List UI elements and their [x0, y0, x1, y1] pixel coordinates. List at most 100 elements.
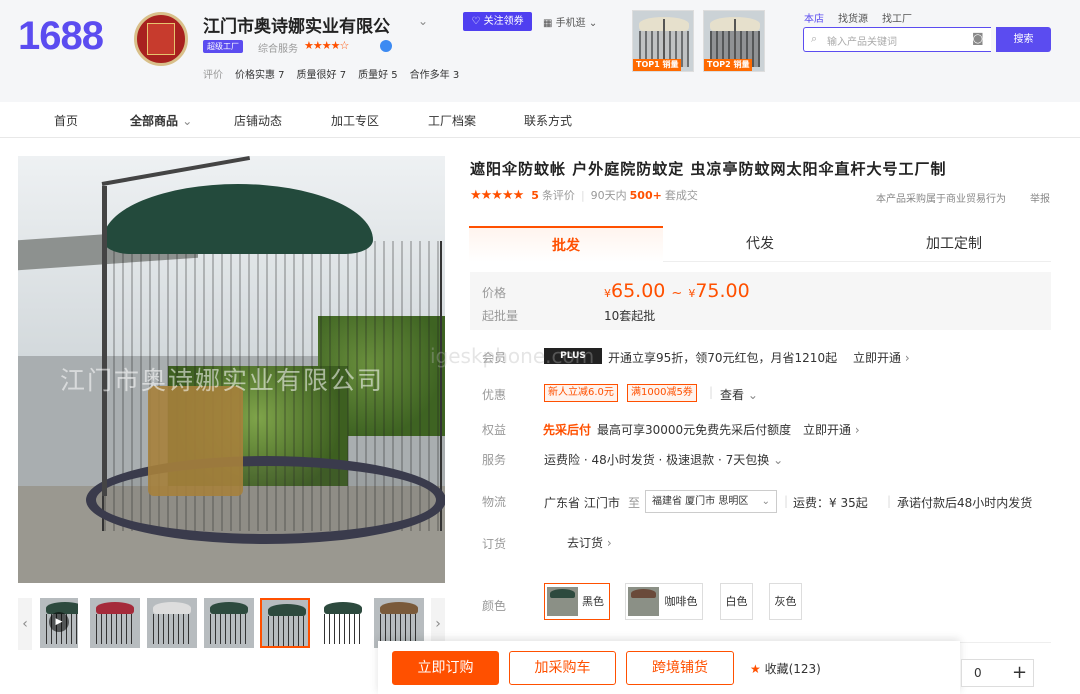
rights-text: 最高可享30000元免费先采后付额度 — [597, 423, 792, 437]
ship-promise: 承诺付款后48小时内发货 — [897, 496, 1033, 510]
rating-stars: ★★★★★ — [470, 187, 524, 203]
rights-open-link[interactable]: 立即开通 › — [803, 421, 860, 438]
search-placeholder: 输入产品关键词 — [827, 37, 897, 48]
favorite-button[interactable]: ★ 收藏(123) — [750, 660, 821, 677]
member-open-link[interactable]: 立即开通 › — [853, 349, 910, 366]
service-label: 综合服务 — [258, 44, 298, 55]
search-input[interactable]: ⌕ 输入产品关键词 ◙ — [803, 27, 991, 52]
color-option-coffee[interactable]: 咖啡色 — [625, 583, 703, 620]
chevron-right-icon: › — [606, 536, 612, 550]
tab-dropship[interactable]: 代发 — [663, 226, 857, 262]
pay-later-badge: 先采后付 — [543, 423, 592, 437]
eval-label: 评价 — [203, 70, 223, 81]
add-to-cart-button[interactable]: 加采购车 — [509, 651, 616, 685]
deal-period: 90天内 — [590, 189, 627, 202]
plus-icon[interactable]: + — [1012, 662, 1027, 683]
shop-header: 1688 江门市奥诗娜实业有限公 ⌄ ♡ 关注领券 ▦ 手机逛 ⌄ 超级工厂 综… — [0, 0, 1080, 102]
service-items: 运费险 · 48小时发货 · 极速退款 · 7天包换 — [544, 453, 770, 467]
tab-this-shop[interactable]: 本店 — [804, 10, 824, 25]
shop-avatar[interactable] — [134, 12, 188, 66]
color-option-gray[interactable]: 灰色 — [769, 583, 802, 620]
go-order-label: 去订货 — [567, 536, 604, 550]
report-link[interactable]: 举报 — [1030, 190, 1050, 205]
chevron-down-icon: ⌄ — [747, 388, 758, 402]
shop-name[interactable]: 江门市奥诗娜实业有限公 — [203, 12, 390, 37]
review-count[interactable]: 5 — [531, 189, 539, 202]
deal-count: 500+ — [629, 188, 662, 202]
nav-factory-file[interactable]: 工厂档案 — [428, 112, 476, 129]
promo-label: 优惠 — [482, 388, 507, 402]
video-thumbnail[interactable]: ▶ — [40, 598, 78, 648]
review-label[interactable]: 条评价 — [542, 187, 575, 203]
freight-text: 运费：¥ 35起 — [793, 496, 868, 510]
coupon-newuser[interactable]: 新人立减6.0元 — [544, 384, 618, 402]
buy-now-button[interactable]: 立即订购 — [392, 651, 499, 685]
camera-icon[interactable]: ◙ — [972, 31, 984, 45]
eval-tag: 价格实惠 7 — [235, 70, 285, 81]
rights-open-label: 立即开通 — [803, 423, 852, 437]
eval-tag: 质量很好 7 — [296, 70, 347, 81]
coupon-spend[interactable]: 满1000减5券 — [627, 384, 697, 402]
logo-1688[interactable]: 1688 — [18, 14, 104, 59]
ship-to-label: 至 — [628, 496, 641, 510]
go-order-link[interactable]: 去订货 › — [567, 534, 612, 551]
cross-border-button[interactable]: 跨境铺货 — [626, 651, 734, 685]
color-option-black[interactable]: 黑色 — [544, 583, 610, 620]
thumbnail[interactable] — [90, 598, 140, 648]
shop-nav: 首页 全部商品 ⌄ 店铺动态 加工专区 工厂档案 联系方式 — [0, 102, 1080, 138]
thumbnail[interactable] — [318, 598, 368, 648]
thumbnail[interactable] — [147, 598, 197, 648]
evaluation-tags: 评价 价格实惠 7 质量很好 7 质量好 5 合作多年 3 — [203, 66, 459, 81]
moq-value: 10套起批 — [604, 309, 656, 323]
service-stars: ★★★★☆ — [304, 39, 349, 52]
deal-label: 套成交 — [664, 189, 698, 202]
info-icon[interactable] — [380, 40, 392, 52]
search-scope-tabs: 本店 找货源 找工厂 — [804, 10, 912, 25]
chevron-down-icon[interactable]: ⌄ — [418, 14, 428, 28]
swatch-image — [547, 587, 578, 616]
member-text: 开通立享95折，领70元红包，月省1210起 — [608, 351, 838, 365]
color-option-white[interactable]: 白色 — [720, 583, 753, 620]
mobile-label: 手机逛 — [555, 18, 586, 29]
tab-find-source[interactable]: 找货源 — [838, 10, 868, 25]
ship-from: 广东省 江门市 — [544, 496, 620, 510]
search-button[interactable]: 搜索 — [996, 27, 1051, 52]
nav-contact[interactable]: 联系方式 — [524, 112, 572, 129]
eval-tag: 质量好 5 — [358, 70, 398, 81]
play-icon: ▶ — [49, 612, 69, 632]
favorite-label: 收藏(123) — [764, 662, 821, 676]
service-label: 服务 — [482, 453, 507, 467]
chevron-left-icon[interactable]: ‹ — [18, 598, 32, 650]
promo-view-button[interactable]: 查看 ⌄ — [720, 386, 758, 403]
service-text[interactable]: 运费险 · 48小时发货 · 极速退款 · 7天包换 ⌄ — [544, 451, 783, 468]
main-product-image[interactable]: 江门市奥诗娜实业有限公司 — [18, 156, 445, 583]
thumbnail-selected[interactable] — [260, 598, 310, 648]
quantity-stepper[interactable]: 0 + — [961, 659, 1034, 687]
eval-tag: 合作多年 3 — [409, 70, 460, 81]
quantity-value[interactable]: 0 — [974, 666, 982, 680]
action-bar: 立即订购 加采购车 跨境铺货 ★ 收藏(123) — [378, 641, 960, 694]
rating-row: ★★★★★ 5 条评价 | 90天内 500+ 套成交 — [470, 187, 698, 203]
tab-custom[interactable]: 加工定制 — [857, 226, 1051, 262]
chevron-right-icon: › — [854, 423, 860, 437]
star-icon: ★ — [750, 662, 761, 676]
nav-shop-news[interactable]: 店铺动态 — [234, 112, 282, 129]
top-product-2[interactable]: TOP2 销量 — [703, 10, 765, 72]
color-label: 颜色 — [482, 599, 507, 613]
nav-processing[interactable]: 加工专区 — [331, 112, 379, 129]
follow-coupon-button[interactable]: ♡ 关注领券 — [463, 12, 532, 31]
tab-wholesale[interactable]: 批发 — [469, 226, 663, 262]
swatch-image — [628, 587, 659, 616]
follow-label: 关注领券 — [483, 16, 524, 27]
nav-home[interactable]: 首页 — [54, 112, 78, 129]
nav-all-products[interactable]: 全部商品 ⌄ — [130, 112, 192, 129]
destination-select[interactable]: 福建省 厦门市 思明区 ⌄ — [645, 490, 777, 513]
tab-find-factory[interactable]: 找工厂 — [882, 10, 912, 25]
chevron-down-icon: ⌄ — [773, 453, 784, 467]
price-range: ¥65.00 ~ ¥75.00 — [604, 280, 750, 302]
mobile-browse-button[interactable]: ▦ 手机逛 ⌄ — [543, 14, 597, 29]
top-product-1[interactable]: TOP1 销量 — [632, 10, 694, 72]
thumbnail[interactable] — [204, 598, 254, 648]
chevron-down-icon: ⌄ — [182, 114, 193, 128]
moq-label: 起批量 — [482, 309, 519, 323]
